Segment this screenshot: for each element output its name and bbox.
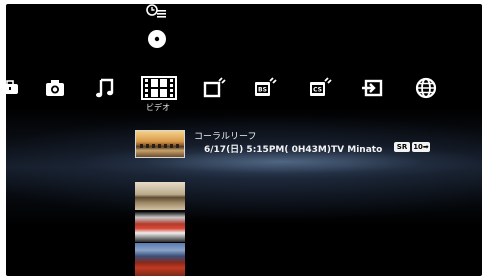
bs-tv-icon[interactable]: BS	[251, 74, 279, 102]
quality-badge-sr: SR	[394, 142, 410, 152]
input-switch-icon[interactable]	[358, 74, 386, 102]
tv-antenna-icon[interactable]	[201, 74, 229, 102]
disc-icon[interactable]	[146, 28, 168, 50]
svg-text:BS: BS	[258, 87, 267, 94]
cs-tv-icon[interactable]: CS	[306, 74, 334, 102]
copy-count-badge: 10➡	[412, 142, 430, 152]
film-strip-icon[interactable]	[139, 74, 179, 102]
recording-thumb-2[interactable]	[135, 212, 185, 242]
music-note-icon[interactable]	[91, 74, 119, 102]
settings-toolbox-icon[interactable]	[6, 74, 24, 102]
recording-title: コーラルリーフ	[194, 132, 257, 142]
schedule-list-icon[interactable]	[146, 4, 168, 24]
recording-thumb-1[interactable]	[135, 182, 185, 210]
category-label-video: ビデオ	[146, 103, 170, 112]
xmb-screen: ビデオ BS CS コーラルリーフ 6/17(日) 5:15PM(0H43M)…	[6, 4, 482, 276]
globe-icon[interactable]	[412, 74, 440, 102]
recording-info: 6/17(日) 5:15PM( 0H43M)TV Minato	[204, 145, 383, 155]
selected-recording-thumbnail[interactable]	[135, 130, 185, 158]
camera-icon[interactable]	[41, 74, 69, 102]
recording-thumb-3[interactable]	[135, 243, 185, 276]
svg-text:CS: CS	[313, 87, 322, 94]
